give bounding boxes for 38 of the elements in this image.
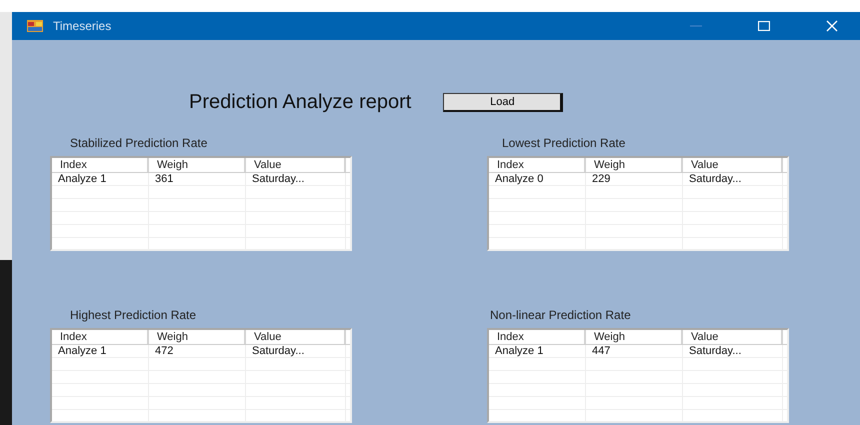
panel-title: Highest Prediction Rate [70,307,198,323]
table-cell: Analyze 1 [52,173,149,185]
list-view[interactable]: Index Weigh Value Analyze 1 472 Saturday... [50,328,352,423]
report-heading: Prediction Analyze report [189,90,412,114]
maximize-icon[interactable] [758,21,770,31]
column-header[interactable]: Weigh [586,330,683,344]
column-header[interactable]: Value [683,330,783,344]
list-view[interactable]: Index Weigh Value Analyze 0 229 Saturday... [487,156,789,251]
column-header[interactable]: Value [246,158,346,172]
table-cell: 472 [149,345,246,357]
panel-title: Lowest Prediction Rate [502,135,626,151]
table-cell: 229 [586,173,683,185]
panel-title: Non-linear Prediction Rate [490,307,632,323]
table-cell: Saturday... [683,173,783,185]
column-header[interactable]: Weigh [586,158,683,172]
close-icon[interactable] [826,20,838,32]
column-header[interactable]: Value [683,158,783,172]
panel-title: Stabilized Prediction Rate [70,135,208,151]
table-cell: Saturday... [246,173,346,185]
window-title: Timeseries [53,19,112,33]
app-icon [27,20,43,32]
column-header[interactable]: Value [246,330,346,344]
load-button[interactable]: Load [443,92,564,112]
table-cell: 447 [586,345,683,357]
column-header[interactable]: Weigh [149,330,246,344]
table-cell: Analyze 1 [489,345,586,357]
column-header[interactable]: Index [52,158,149,172]
column-header[interactable]: Index [489,158,586,172]
column-header[interactable]: Weigh [149,158,246,172]
list-view[interactable]: Index Weigh Value Analyze 1 361 Saturday... [50,156,352,251]
table-cell: Analyze 1 [52,345,149,357]
table-cell: Saturday... [246,345,346,357]
column-header[interactable]: Index [52,330,149,344]
table-cell: Analyze 0 [489,173,586,185]
table-cell: 361 [149,173,246,185]
list-view[interactable]: Index Weigh Value Analyze 1 447 Saturday... [487,328,789,423]
table-cell: Saturday... [683,345,783,357]
column-header[interactable]: Index [489,330,586,344]
